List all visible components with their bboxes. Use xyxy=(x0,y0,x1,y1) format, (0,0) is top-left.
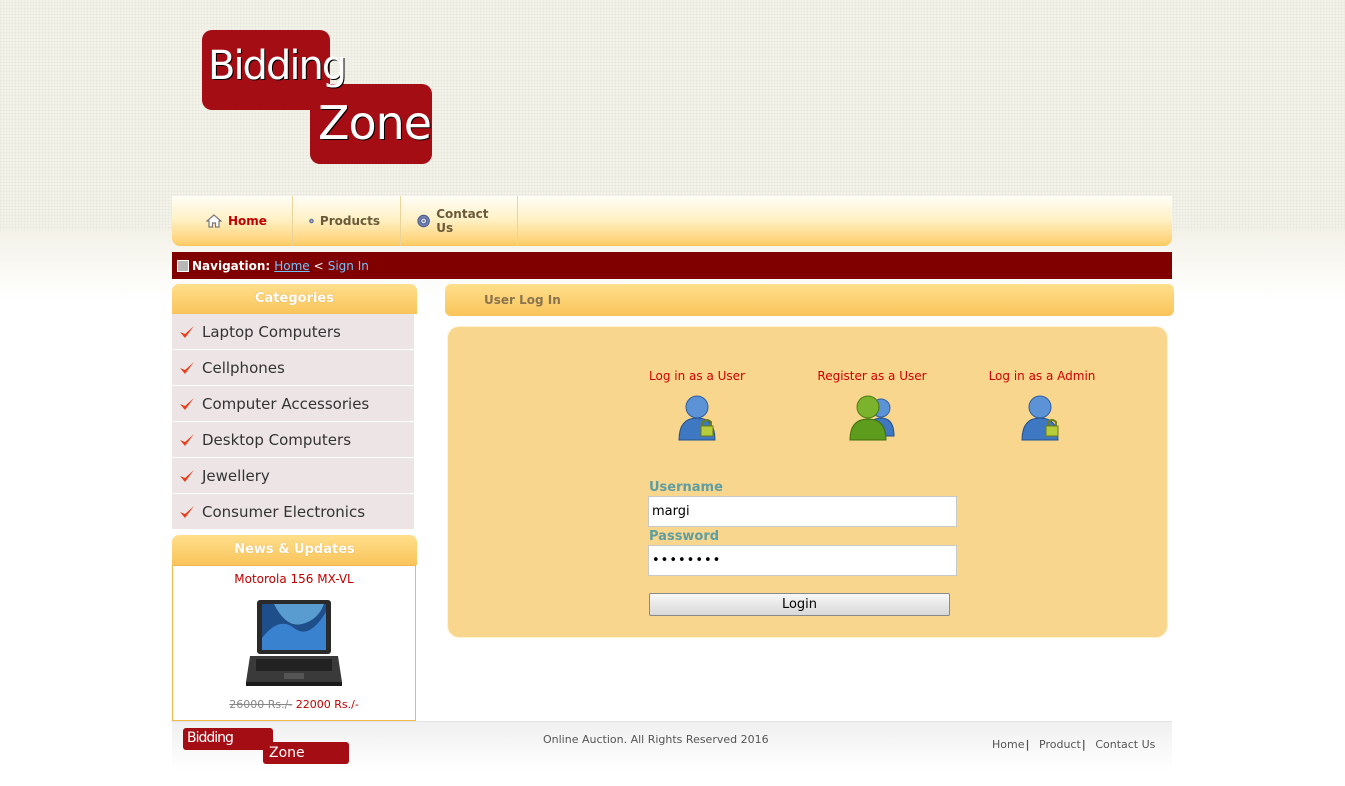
copyright-text: Online Auction. All Rights Reserved 2016 xyxy=(543,733,769,746)
checkmark-icon xyxy=(180,397,194,410)
nav-contact-us[interactable]: Contact Us xyxy=(401,196,518,246)
breadcrumb-icon xyxy=(177,259,189,272)
category-label: Laptop Computers xyxy=(202,322,341,341)
old-price: 26000 Rs./- xyxy=(229,698,293,711)
user-lock-icon xyxy=(678,395,716,441)
users-group-icon xyxy=(849,395,895,441)
footer-logo[interactable]: Bidding Zone xyxy=(183,728,349,764)
footer-logo-text-top: Bidding xyxy=(187,730,234,746)
category-label: Jewellery xyxy=(202,466,270,485)
news-box: Motorola 156 MX-VL 26000 Rs./- 22000 Rs.… xyxy=(172,565,416,721)
password-label: Password xyxy=(649,529,720,544)
laptop-image[interactable] xyxy=(244,598,344,690)
nav-home-label: Home xyxy=(228,214,267,228)
category-item[interactable]: Laptop Computers xyxy=(172,314,414,350)
category-label: Computer Accessories xyxy=(202,394,370,413)
footer-link-contact[interactable]: Contact Us xyxy=(1095,738,1155,751)
category-item[interactable]: Consumer Electronics xyxy=(172,494,414,530)
register-user-label: Register as a User xyxy=(817,369,927,383)
admin-lock-icon xyxy=(1021,395,1059,441)
breadcrumb-separator: < xyxy=(313,258,324,273)
login-admin-label: Log in as a Admin xyxy=(988,369,1096,383)
category-label: Desktop Computers xyxy=(202,430,352,449)
main-nav: Home Products Contact Us xyxy=(172,196,1172,246)
gear-icon xyxy=(309,218,314,224)
username-input[interactable] xyxy=(648,496,957,527)
breadcrumb-current: Sign In xyxy=(327,258,369,273)
breadcrumb-label: Navigation: xyxy=(192,258,271,273)
gear-icon xyxy=(417,214,430,228)
new-price: 22000 Rs./- xyxy=(295,698,359,711)
login-user-label: Log in as a User xyxy=(649,369,745,383)
footer-link-home[interactable]: Home xyxy=(992,738,1024,751)
register-user-option[interactable]: Register as a User xyxy=(812,369,932,442)
category-item[interactable]: Desktop Computers xyxy=(172,422,414,458)
login-panel: Log in as a User Register as a User Log … xyxy=(447,326,1168,638)
checkmark-icon xyxy=(180,505,194,518)
site-logo[interactable]: Bidding Zone xyxy=(202,30,432,164)
nav-products[interactable]: Products xyxy=(293,196,401,246)
news-header: News & Updates xyxy=(172,535,417,565)
nav-contact-label: Contact Us xyxy=(436,207,489,235)
checkmark-icon xyxy=(180,469,194,482)
footer-separator: | xyxy=(1081,738,1086,751)
checkmark-icon xyxy=(180,361,194,374)
category-label: Consumer Electronics xyxy=(202,502,366,521)
category-item[interactable]: Cellphones xyxy=(172,350,414,386)
footer: Bidding Zone Online Auction. All Rights … xyxy=(172,721,1172,771)
footer-link-product[interactable]: Product xyxy=(1039,738,1081,751)
category-label: Cellphones xyxy=(202,358,285,377)
nav-home[interactable]: Home xyxy=(172,196,293,246)
password-input[interactable] xyxy=(648,545,957,576)
breadcrumb-home-link[interactable]: Home xyxy=(274,259,309,273)
news-price: 26000 Rs./- 22000 Rs./- xyxy=(173,698,415,711)
category-item[interactable]: Computer Accessories xyxy=(172,386,414,422)
logo-text-top: Bidding xyxy=(208,43,347,89)
checkmark-icon xyxy=(180,325,194,338)
home-icon xyxy=(206,214,222,228)
breadcrumb: Navigation: Home < Sign In xyxy=(172,252,1172,279)
login-user-option[interactable]: Log in as a User xyxy=(637,369,757,442)
login-admin-option[interactable]: Log in as a Admin xyxy=(982,369,1102,442)
page-title: User Log In xyxy=(445,284,1174,316)
footer-separator: | xyxy=(1025,738,1030,751)
nav-products-label: Products xyxy=(319,214,380,228)
username-label: Username xyxy=(649,480,723,495)
login-button[interactable]: Login xyxy=(649,593,950,616)
footer-logo-text-bottom: Zone xyxy=(269,745,305,761)
category-list: Laptop Computers Cellphones Computer Acc… xyxy=(172,314,414,530)
categories-header: Categories xyxy=(172,284,417,314)
footer-links: Home| Product| Contact Us xyxy=(992,738,1155,751)
news-product-title[interactable]: Motorola 156 MX-VL xyxy=(173,572,415,586)
checkmark-icon xyxy=(180,433,194,446)
category-item[interactable]: Jewellery xyxy=(172,458,414,494)
logo-text-bottom: Zone xyxy=(318,96,432,150)
